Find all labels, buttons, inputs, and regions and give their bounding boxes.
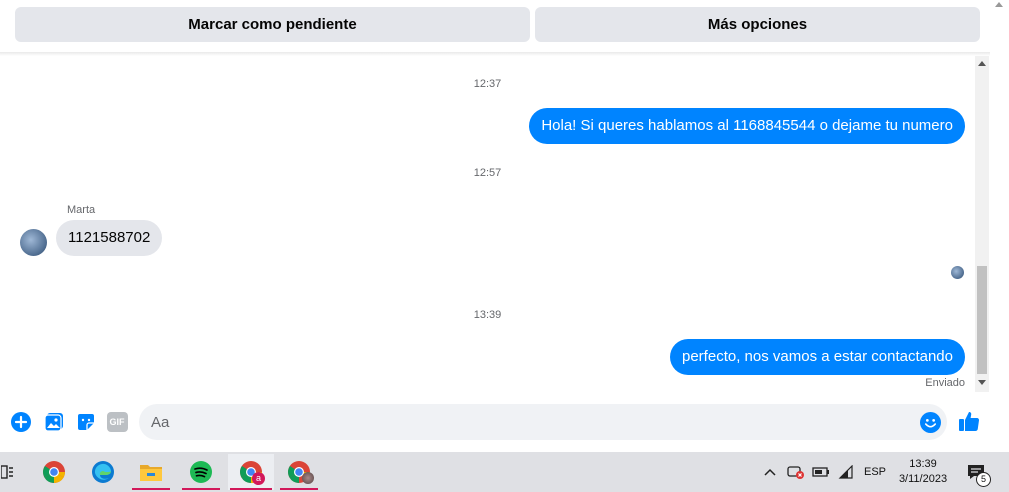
scroll-down-arrow-icon[interactable] (978, 380, 986, 385)
chrome-profile-a-icon[interactable]: a (228, 454, 274, 490)
more-options-button[interactable]: Más opciones (535, 7, 980, 42)
avatar[interactable] (20, 229, 47, 256)
battery-icon[interactable] (812, 452, 830, 492)
sticker-icon[interactable] (75, 411, 97, 433)
network-warning-icon[interactable] (787, 452, 805, 492)
clock-date: 3/11/2023 (898, 473, 948, 485)
plus-circle-icon[interactable] (10, 411, 32, 433)
file-explorer-icon[interactable] (130, 454, 172, 490)
task-view-icon[interactable] (0, 454, 14, 490)
emoji-icon[interactable] (919, 411, 941, 433)
page-scrollbar[interactable] (990, 0, 1009, 452)
top-action-bar: Marcar como pendiente Más opciones (0, 0, 1009, 52)
language-indicator[interactable]: ESP (864, 452, 886, 492)
app-running-indicator (230, 488, 272, 490)
timestamp: 13:39 (473, 309, 502, 321)
message-thread[interactable]: 12:37 Hola! Si queres hablamos al 116884… (0, 56, 975, 396)
message-bubble-outgoing[interactable]: Hola! Si queres hablamos al 1168845544 o… (529, 108, 965, 144)
chrome-icon[interactable] (33, 454, 75, 490)
taskbar: a ESP 13:39 3/11/2023 5 (0, 452, 1009, 492)
image-icon[interactable] (43, 411, 65, 433)
composer: GIF (0, 398, 1009, 448)
gif-label: GIF (106, 412, 128, 432)
app-running-indicator (132, 488, 170, 490)
scroll-up-arrow-icon[interactable] (995, 2, 1003, 7)
clock-time: 13:39 (909, 458, 937, 470)
thumbs-up-icon[interactable] (958, 410, 980, 432)
spotify-icon[interactable] (180, 454, 222, 490)
mark-pending-button[interactable]: Marcar como pendiente (15, 7, 530, 42)
tray-overflow-icon[interactable] (764, 452, 776, 492)
sender-name: Marta (67, 204, 96, 216)
gif-icon[interactable]: GIF (106, 411, 128, 433)
profile-badge: a (252, 472, 265, 485)
timestamp: 12:37 (473, 78, 502, 90)
chrome-profile-photo-icon[interactable] (278, 454, 320, 490)
profile-photo-badge (302, 472, 314, 484)
wifi-icon[interactable] (838, 452, 854, 492)
delivery-status: Enviado (925, 377, 965, 389)
timestamp: 12:57 (473, 167, 502, 179)
message-bubble-incoming[interactable]: 1121588702 (56, 220, 163, 256)
app-running-indicator (182, 488, 220, 490)
seen-avatar (951, 266, 964, 279)
notification-count-badge: 5 (976, 472, 991, 487)
message-bubble-outgoing[interactable]: perfecto, nos vamos a estar contactando (670, 339, 965, 375)
clock[interactable]: 13:39 3/11/2023 (893, 452, 953, 492)
notification-icon[interactable]: 5 (966, 452, 991, 492)
app-running-indicator (280, 488, 318, 490)
message-input[interactable] (139, 404, 947, 440)
scroll-up-arrow-icon[interactable] (978, 61, 986, 66)
scroll-thumb[interactable] (977, 266, 987, 374)
chat-scrollbar[interactable] (975, 56, 989, 392)
edge-icon[interactable] (82, 454, 124, 490)
